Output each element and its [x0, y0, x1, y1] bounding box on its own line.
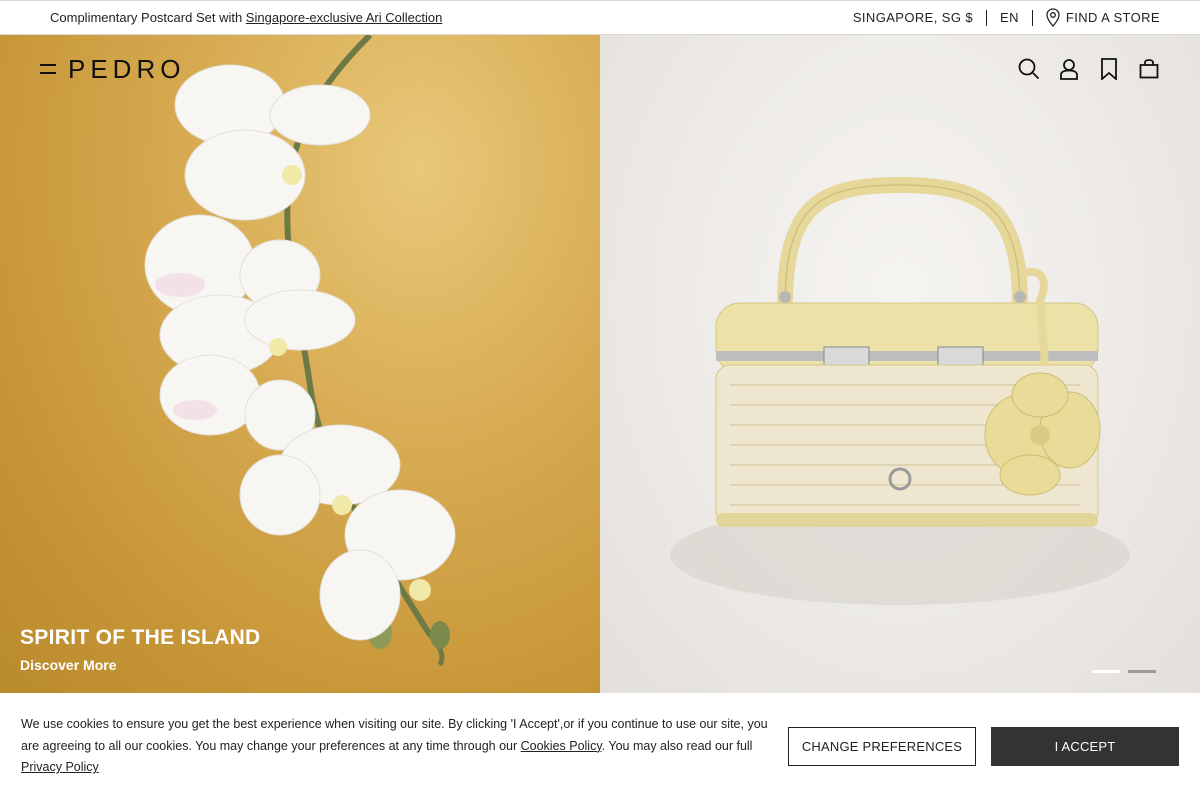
bag-icon[interactable]	[1138, 58, 1160, 80]
accept-cookies-button[interactable]: I ACCEPT	[991, 727, 1179, 766]
wishlist-icon[interactable]	[1098, 58, 1120, 80]
handbag-illustration	[670, 176, 1130, 605]
privacy-policy-link[interactable]: Privacy Policy	[21, 760, 99, 774]
hero-caption: SPIRIT OF THE ISLAND Discover More	[20, 626, 261, 673]
divider	[1031, 9, 1033, 26]
hero-title: SPIRIT OF THE ISLAND	[20, 626, 261, 649]
header-actions	[1018, 58, 1160, 80]
discover-more-link[interactable]: Discover More	[20, 657, 261, 673]
site-header: PEDRO	[0, 35, 1200, 103]
cookies-policy-link[interactable]: Cookies Policy	[521, 739, 602, 753]
utility-nav: SINGAPORE, SG $ EN FIND A STORE	[853, 8, 1160, 27]
promo-text: Complimentary Postcard Set with	[50, 10, 246, 25]
find-store-label: FIND A STORE	[1065, 10, 1160, 25]
account-icon[interactable]	[1058, 58, 1080, 80]
carousel-dot-2[interactable]	[1128, 670, 1156, 673]
carousel-dot-1[interactable]	[1092, 670, 1120, 673]
cookie-message: We use cookies to ensure you get the bes…	[21, 714, 781, 779]
carousel-indicators	[1092, 670, 1156, 673]
find-store-link[interactable]: FIND A STORE	[1046, 8, 1160, 27]
promo-collection-link[interactable]: Singapore-exclusive Ari Collection	[246, 10, 443, 25]
change-preferences-button[interactable]: CHANGE PREFERENCES	[788, 727, 976, 766]
promo-bar: Complimentary Postcard Set with Singapor…	[0, 0, 1200, 35]
search-icon[interactable]	[1018, 58, 1040, 80]
cookie-banner: We use cookies to ensure you get the bes…	[0, 693, 1200, 800]
logo-group: PEDRO	[40, 54, 185, 85]
promo-message: Complimentary Postcard Set with Singapor…	[50, 10, 442, 25]
hero-carousel: SPIRIT OF THE ISLAND Discover More	[0, 35, 1200, 693]
hero-bag-image[interactable]	[600, 35, 1200, 693]
orchid-illustration	[144, 35, 456, 667]
brand-logo[interactable]: PEDRO	[68, 54, 185, 85]
cookie-text-part2: . You may also read our full	[601, 738, 753, 753]
divider	[986, 9, 987, 26]
hero-orchid-image[interactable]: SPIRIT OF THE ISLAND Discover More	[0, 35, 600, 693]
menu-icon[interactable]	[40, 64, 56, 74]
cookie-actions: CHANGE PREFERENCES I ACCEPT	[788, 727, 1179, 766]
region-selector[interactable]: SINGAPORE, SG $	[853, 10, 973, 25]
language-selector[interactable]: EN	[1000, 10, 1019, 25]
location-pin-icon	[1046, 8, 1060, 27]
